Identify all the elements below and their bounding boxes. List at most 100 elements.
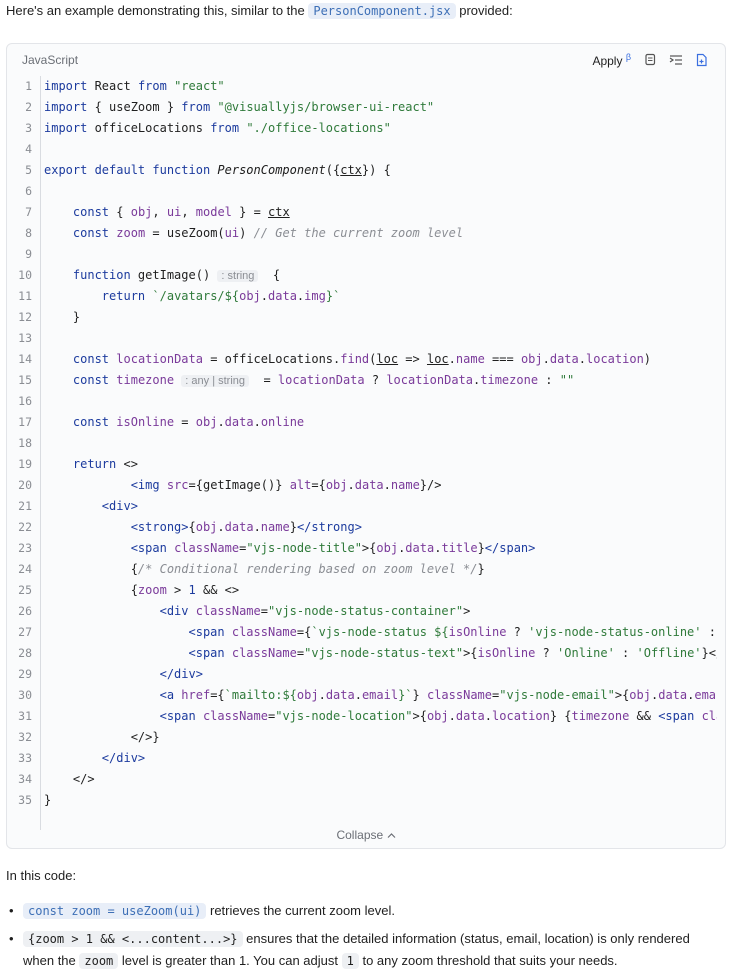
copy-icon[interactable] bbox=[643, 53, 657, 67]
code-text[interactable]: import { useZoom } from "@visuallyjs/bro… bbox=[44, 97, 717, 118]
code-line[interactable]: 16 bbox=[7, 391, 725, 412]
code-text[interactable]: import React from "react" bbox=[44, 76, 717, 97]
code-text[interactable]: <img src={getImage()} alt={obj.data.name… bbox=[44, 475, 717, 496]
code-text[interactable]: <span className="vjs-node-location">{obj… bbox=[44, 706, 717, 727]
code-line[interactable]: 21 <div> bbox=[7, 496, 725, 517]
line-number: 9 bbox=[25, 247, 32, 261]
file-chip[interactable]: PersonComponent.jsx bbox=[308, 3, 456, 19]
code-text[interactable]: <span className={`vjs-node-status ${isOn… bbox=[44, 622, 717, 643]
code-text[interactable]: const zoom = useZoom(ui) // Get the curr… bbox=[44, 223, 717, 244]
language-label: JavaScript bbox=[22, 53, 79, 67]
line-number: 21 bbox=[18, 499, 32, 513]
code-line[interactable]: 7 const { obj, ui, model } = ctx bbox=[7, 202, 725, 223]
code-text[interactable]: import officeLocations from "./office-lo… bbox=[44, 118, 717, 139]
line-number: 18 bbox=[18, 436, 32, 450]
code-line[interactable]: 6 bbox=[7, 181, 725, 202]
line-number: 20 bbox=[18, 478, 32, 492]
code-text[interactable]: function getImage() : string { bbox=[44, 265, 717, 287]
code-line[interactable]: 28 <span className="vjs-node-status-text… bbox=[7, 643, 725, 664]
code-line[interactable]: 20 <img src={getImage()} alt={obj.data.n… bbox=[7, 475, 725, 496]
code-text[interactable]: <a href={`mailto:${obj.data.email}`} cla… bbox=[44, 685, 717, 706]
code-text[interactable]: return <> bbox=[44, 454, 717, 475]
code-line[interactable]: 35} bbox=[7, 790, 725, 811]
code-line[interactable]: 19 return <> bbox=[7, 454, 725, 475]
code-line[interactable]: 32 </>} bbox=[7, 727, 725, 748]
bullet-text: retrieves the current zoom level. bbox=[206, 903, 395, 918]
line-number: 32 bbox=[18, 730, 32, 744]
code-line[interactable]: 12 } bbox=[7, 307, 725, 328]
line-number: 11 bbox=[18, 289, 32, 303]
code-line[interactable]: 29 </div> bbox=[7, 664, 725, 685]
code-line[interactable]: 13 bbox=[7, 328, 725, 349]
line-number: 17 bbox=[18, 415, 32, 429]
code-text[interactable]: </div> bbox=[44, 664, 717, 685]
code-line[interactable]: 24 {/* Conditional rendering based on zo… bbox=[7, 559, 725, 580]
code-text[interactable]: <div className="vjs-node-status-containe… bbox=[44, 601, 717, 622]
code-line[interactable]: 9 bbox=[7, 244, 725, 265]
code-line[interactable]: 18 bbox=[7, 433, 725, 454]
bullet-text: to any zoom threshold that suits your ne… bbox=[358, 953, 618, 968]
code-text[interactable]: <div> bbox=[44, 496, 717, 517]
line-number: 2 bbox=[25, 100, 32, 114]
line-number: 35 bbox=[18, 793, 32, 807]
code-line[interactable]: 22 <strong>{obj.data.name}</strong> bbox=[7, 517, 725, 538]
line-number: 34 bbox=[18, 772, 32, 786]
code-line[interactable]: 5 export default function PersonComponent… bbox=[7, 160, 725, 181]
code-text[interactable]: const { obj, ui, model } = ctx bbox=[44, 202, 717, 223]
code-line[interactable]: 4 bbox=[7, 139, 725, 160]
code-line[interactable]: 2 import { useZoom } from "@visuallyjs/br… bbox=[7, 97, 725, 118]
code-line[interactable]: 23 <span className="vjs-node-title">{obj… bbox=[7, 538, 725, 559]
line-number: 30 bbox=[18, 688, 32, 702]
collapse-button[interactable]: Collapse bbox=[7, 826, 725, 848]
code-line[interactable]: 31 <span className="vjs-node-location">{… bbox=[7, 706, 725, 727]
line-number: 24 bbox=[18, 562, 32, 576]
code-text[interactable]: export default function PersonComponent(… bbox=[44, 160, 717, 181]
line-number: 4 bbox=[25, 142, 32, 156]
line-number: 7 bbox=[25, 205, 32, 219]
code-text[interactable]: const locationData = officeLocations.fin… bbox=[44, 349, 717, 370]
code-text[interactable]: const timezone : any | string = location… bbox=[44, 370, 717, 392]
code-text[interactable]: } bbox=[44, 790, 717, 811]
intro-after: provided: bbox=[455, 3, 513, 18]
line-number: 5 bbox=[25, 163, 32, 177]
code-text[interactable]: </> bbox=[44, 769, 717, 790]
bullet-dot: • bbox=[9, 931, 14, 946]
code-toolbar: Apply β bbox=[592, 52, 709, 68]
code-text[interactable]: const isOnline = obj.data.online bbox=[44, 412, 717, 433]
code-lines[interactable]: 1 import React from "react" 2 import { useZ… bbox=[7, 76, 725, 811]
apply-button[interactable]: Apply β bbox=[592, 52, 631, 68]
code-text[interactable]: </>} bbox=[44, 727, 717, 748]
line-number: 3 bbox=[25, 121, 32, 135]
line-number: 31 bbox=[18, 709, 32, 723]
code-text[interactable]: <span className="vjs-node-title">{obj.da… bbox=[44, 538, 717, 559]
code-line[interactable]: 34 </> bbox=[7, 769, 725, 790]
insert-at-caret-icon[interactable] bbox=[669, 53, 683, 67]
code-line[interactable]: 27 <span className={`vjs-node-status ${i… bbox=[7, 622, 725, 643]
code-line[interactable]: 14 const locationData = officeLocations.… bbox=[7, 349, 725, 370]
new-file-icon[interactable] bbox=[695, 53, 709, 67]
code-line[interactable]: 25 {zoom > 1 && <> bbox=[7, 580, 725, 601]
code-text[interactable]: </div> bbox=[44, 748, 717, 769]
code-line[interactable]: 30 <a href={`mailto:${obj.data.email}`} … bbox=[7, 685, 725, 706]
code-line[interactable]: 1 import React from "react" bbox=[7, 76, 725, 97]
line-number: 22 bbox=[18, 520, 32, 534]
code-line[interactable]: 10 function getImage() : string { bbox=[7, 265, 725, 286]
code-line[interactable]: 17 const isOnline = obj.data.online bbox=[7, 412, 725, 433]
code-line[interactable]: 33 </div> bbox=[7, 748, 725, 769]
code-text[interactable]: } bbox=[44, 307, 717, 328]
code-line[interactable]: 3 import officeLocations from "./office-l… bbox=[7, 118, 725, 139]
code-line[interactable]: 8 const zoom = useZoom(ui) // Get the cu… bbox=[7, 223, 725, 244]
code-text[interactable]: <span className="vjs-node-status-text">{… bbox=[44, 643, 718, 664]
line-number: 27 bbox=[18, 625, 32, 639]
code-line[interactable]: 26 <div className="vjs-node-status-conta… bbox=[7, 601, 725, 622]
line-number: 14 bbox=[18, 352, 32, 366]
code-line[interactable]: 15 const timezone : any | string = locat… bbox=[7, 370, 725, 391]
code-text[interactable]: return `/avatars/${obj.data.img}` bbox=[44, 286, 717, 307]
code-text[interactable]: <strong>{obj.data.name}</strong> bbox=[44, 517, 717, 538]
code-text[interactable]: {zoom > 1 && <> bbox=[44, 580, 717, 601]
beta-badge: β bbox=[625, 52, 631, 62]
code-chip: zoom bbox=[79, 953, 119, 969]
code-text[interactable]: {/* Conditional rendering based on zoom … bbox=[44, 559, 717, 580]
intro-before: Here's an example demonstrating this, si… bbox=[6, 3, 309, 18]
code-line[interactable]: 11 return `/avatars/${obj.data.img}` bbox=[7, 286, 725, 307]
